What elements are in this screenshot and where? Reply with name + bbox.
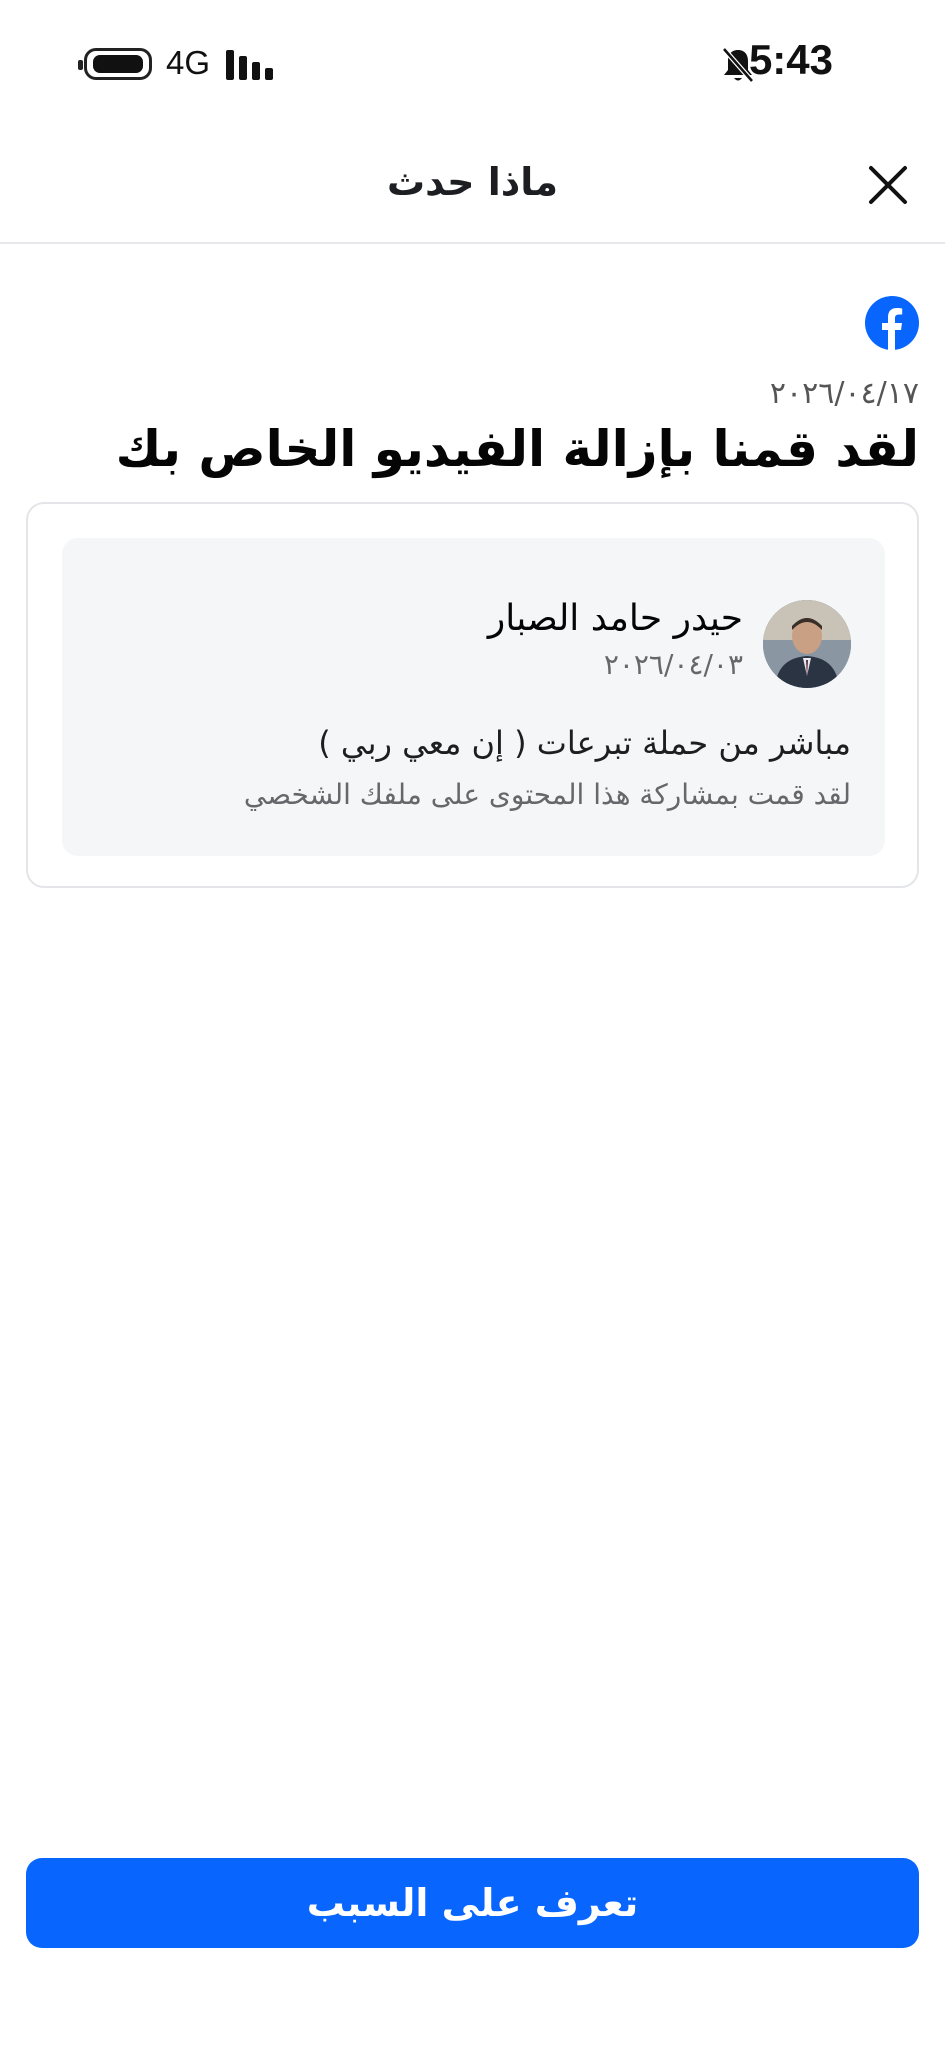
network-type: 4G bbox=[166, 44, 211, 81]
facebook-logo-icon bbox=[865, 296, 919, 350]
signal-icon bbox=[226, 48, 278, 80]
author-name: حيدر حامد الصبار bbox=[487, 598, 743, 639]
battery-icon bbox=[78, 48, 152, 80]
notice-date: ٢٠٢٦/٠٤/١٧ bbox=[769, 376, 919, 411]
notice-title: لقد قمنا بإزالة الفيديو الخاص بك bbox=[115, 420, 919, 478]
clock: 5:43 bbox=[748, 36, 833, 83]
removed-post-card: حيدر حامد الصبار ٢٠٢٦/٠٤/٠٣ مباشر من حمل… bbox=[26, 502, 919, 888]
close-button[interactable] bbox=[863, 160, 913, 210]
post-text: مباشر من حملة تبرعات ( إن معي ربي ) bbox=[318, 724, 851, 762]
avatar bbox=[763, 600, 851, 688]
learn-why-button[interactable]: تعرف على السبب bbox=[26, 1858, 919, 1948]
post-preview[interactable]: حيدر حامد الصبار ٢٠٢٦/٠٤/٠٣ مباشر من حمل… bbox=[62, 538, 885, 856]
status-bar: 4G 5:43 bbox=[0, 0, 945, 130]
post-date: ٢٠٢٦/٠٤/٠٣ bbox=[603, 648, 743, 681]
page-title: ماذا حدث bbox=[386, 160, 559, 204]
shared-note: لقد قمت بمشاركة هذا المحتوى على ملفك الش… bbox=[243, 778, 851, 811]
top-header: ماذا حدث bbox=[0, 130, 945, 244]
